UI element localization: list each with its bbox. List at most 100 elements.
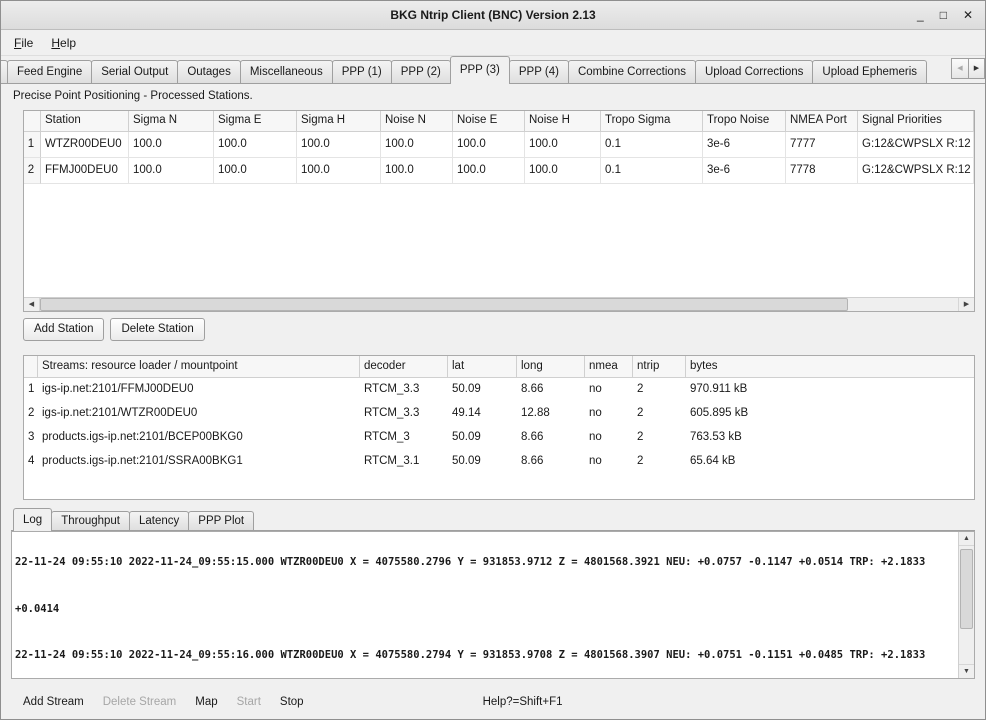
cell-lat[interactable]: 50.09	[448, 450, 517, 474]
cell-sigma-e[interactable]: 100.0	[214, 132, 297, 158]
cell-sigma-n[interactable]: 100.0	[129, 158, 214, 184]
cell-nmea[interactable]: no	[585, 378, 633, 402]
col-station[interactable]: Station	[41, 111, 129, 131]
col-nmea[interactable]: nmea	[585, 356, 633, 377]
col-decoder[interactable]: decoder	[360, 356, 448, 377]
cell-decoder[interactable]: RTCM_3.3	[360, 378, 448, 402]
cell-signal-priorities[interactable]: G:12&CWPSLX R:12	[858, 132, 974, 158]
cell-nmea[interactable]: no	[585, 402, 633, 426]
cell-sigma-h[interactable]: 100.0	[297, 132, 381, 158]
cell-long[interactable]: 8.66	[517, 378, 585, 402]
cell-sigma-e[interactable]: 100.0	[214, 158, 297, 184]
col-nmea-port[interactable]: NMEA Port	[786, 111, 858, 131]
row-number[interactable]: 1	[24, 132, 41, 158]
cell-noise-e[interactable]: 100.0	[453, 158, 525, 184]
tab-combine-corrections[interactable]: Combine Corrections	[568, 60, 696, 83]
cell-tropo-noise[interactable]: 3e-6	[703, 158, 786, 184]
scrollbar-track[interactable]	[40, 298, 958, 311]
tab-ppp-plot[interactable]: PPP Plot	[188, 511, 254, 530]
cell-sigma-n[interactable]: 100.0	[129, 132, 214, 158]
col-noise-n[interactable]: Noise N	[381, 111, 453, 131]
maximize-icon[interactable]: □	[940, 8, 947, 22]
cell-bytes[interactable]: 763.53 kB	[686, 426, 974, 450]
close-icon[interactable]: ✕	[963, 8, 973, 22]
cell-decoder[interactable]: RTCM_3.3	[360, 402, 448, 426]
tab-outages[interactable]: Outages	[177, 60, 240, 83]
col-sigma-n[interactable]: Sigma N	[129, 111, 214, 131]
col-sigma-e[interactable]: Sigma E	[214, 111, 297, 131]
cell-bytes[interactable]: 65.64 kB	[686, 450, 974, 474]
tab-upload-corrections[interactable]: Upload Corrections	[695, 60, 813, 83]
scroll-down-icon[interactable]: ▼	[959, 664, 974, 678]
cell-ntrip[interactable]: 2	[633, 402, 686, 426]
cell-noise-n[interactable]: 100.0	[381, 158, 453, 184]
tab-feed-engine[interactable]: Feed Engine	[7, 60, 92, 83]
scroll-left-icon[interactable]: ◀	[24, 298, 40, 311]
cell-tropo-noise[interactable]: 3e-6	[703, 132, 786, 158]
tab-ppp-4[interactable]: PPP (4)	[509, 60, 569, 83]
stream-row[interactable]: 3 products.igs-ip.net:2101/BCEP00BKG0 RT…	[24, 426, 974, 450]
scrollbar-thumb[interactable]	[40, 298, 848, 311]
menu-help[interactable]: Help	[42, 32, 85, 54]
col-ntrip[interactable]: ntrip	[633, 356, 686, 377]
tab-ppp-2[interactable]: PPP (2)	[391, 60, 451, 83]
cell-station[interactable]: WTZR00DEU0	[41, 132, 129, 158]
cell-nmea-port[interactable]: 7778	[786, 158, 858, 184]
cell-decoder[interactable]: RTCM_3.1	[360, 450, 448, 474]
tab-log[interactable]: Log	[13, 508, 52, 531]
cell-long[interactable]: 8.66	[517, 450, 585, 474]
cell-noise-e[interactable]: 100.0	[453, 132, 525, 158]
cell-station[interactable]: FFMJ00DEU0	[41, 158, 129, 184]
cell-bytes[interactable]: 605.895 kB	[686, 402, 974, 426]
delete-station-button[interactable]: Delete Station	[110, 318, 204, 341]
cell-noise-n[interactable]: 100.0	[381, 132, 453, 158]
col-noise-h[interactable]: Noise H	[525, 111, 601, 131]
col-long[interactable]: long	[517, 356, 585, 377]
col-resource-mountpoint[interactable]: Streams: resource loader / mountpoint	[38, 356, 360, 377]
cell-ntrip[interactable]: 2	[633, 378, 686, 402]
cell-resource[interactable]: products.igs-ip.net:2101/BCEP00BKG0	[38, 426, 360, 450]
stream-row[interactable]: 2 igs-ip.net:2101/WTZR00DEU0 RTCM_3.3 49…	[24, 402, 974, 426]
cell-lat[interactable]: 50.09	[448, 378, 517, 402]
cell-ntrip[interactable]: 2	[633, 426, 686, 450]
minimize-icon[interactable]: _	[917, 8, 924, 22]
cell-tropo-sigma[interactable]: 0.1	[601, 158, 703, 184]
tab-latency[interactable]: Latency	[129, 511, 189, 530]
cell-tropo-sigma[interactable]: 0.1	[601, 132, 703, 158]
col-noise-e[interactable]: Noise E	[453, 111, 525, 131]
row-number[interactable]: 2	[24, 158, 41, 184]
cell-ntrip[interactable]: 2	[633, 450, 686, 474]
cell-decoder[interactable]: RTCM_3	[360, 426, 448, 450]
cell-long[interactable]: 12.88	[517, 402, 585, 426]
cell-noise-h[interactable]: 100.0	[525, 132, 601, 158]
scrollbar-thumb[interactable]	[960, 549, 973, 629]
cell-lat[interactable]: 49.14	[448, 402, 517, 426]
tab-scroll-right-icon[interactable]: ▶	[968, 58, 985, 79]
cell-signal-priorities[interactable]: G:12&CWPSLX R:12	[858, 158, 974, 184]
cell-long[interactable]: 8.66	[517, 426, 585, 450]
tab-upload-ephemeris[interactable]: Upload Ephemeris	[812, 60, 927, 83]
stream-row[interactable]: 1 igs-ip.net:2101/FFMJ00DEU0 RTCM_3.3 50…	[24, 378, 974, 402]
tab-serial-output[interactable]: Serial Output	[91, 60, 178, 83]
map-button[interactable]: Map	[195, 696, 217, 708]
col-tropo-sigma[interactable]: Tropo Sigma	[601, 111, 703, 131]
col-bytes[interactable]: bytes	[686, 356, 974, 377]
add-stream-button[interactable]: Add Stream	[23, 696, 84, 708]
cell-resource[interactable]: igs-ip.net:2101/WTZR00DEU0	[38, 402, 360, 426]
stream-row[interactable]: 4 products.igs-ip.net:2101/SSRA00BKG1 RT…	[24, 450, 974, 474]
cell-resource[interactable]: igs-ip.net:2101/FFMJ00DEU0	[38, 378, 360, 402]
vertical-scrollbar[interactable]: ▲ ▼	[958, 532, 974, 678]
menu-file[interactable]: File	[5, 32, 42, 54]
cell-nmea[interactable]: no	[585, 450, 633, 474]
scroll-right-icon[interactable]: ▶	[958, 298, 974, 311]
scroll-up-icon[interactable]: ▲	[959, 532, 974, 546]
col-tropo-noise[interactable]: Tropo Noise	[703, 111, 786, 131]
cell-nmea[interactable]: no	[585, 426, 633, 450]
tab-miscellaneous[interactable]: Miscellaneous	[240, 60, 333, 83]
cell-noise-h[interactable]: 100.0	[525, 158, 601, 184]
tab-ppp-1[interactable]: PPP (1)	[332, 60, 392, 83]
add-station-button[interactable]: Add Station	[23, 318, 104, 341]
cell-resource[interactable]: products.igs-ip.net:2101/SSRA00BKG1	[38, 450, 360, 474]
tab-ppp-3[interactable]: PPP (3)	[450, 56, 510, 84]
cell-nmea-port[interactable]: 7777	[786, 132, 858, 158]
